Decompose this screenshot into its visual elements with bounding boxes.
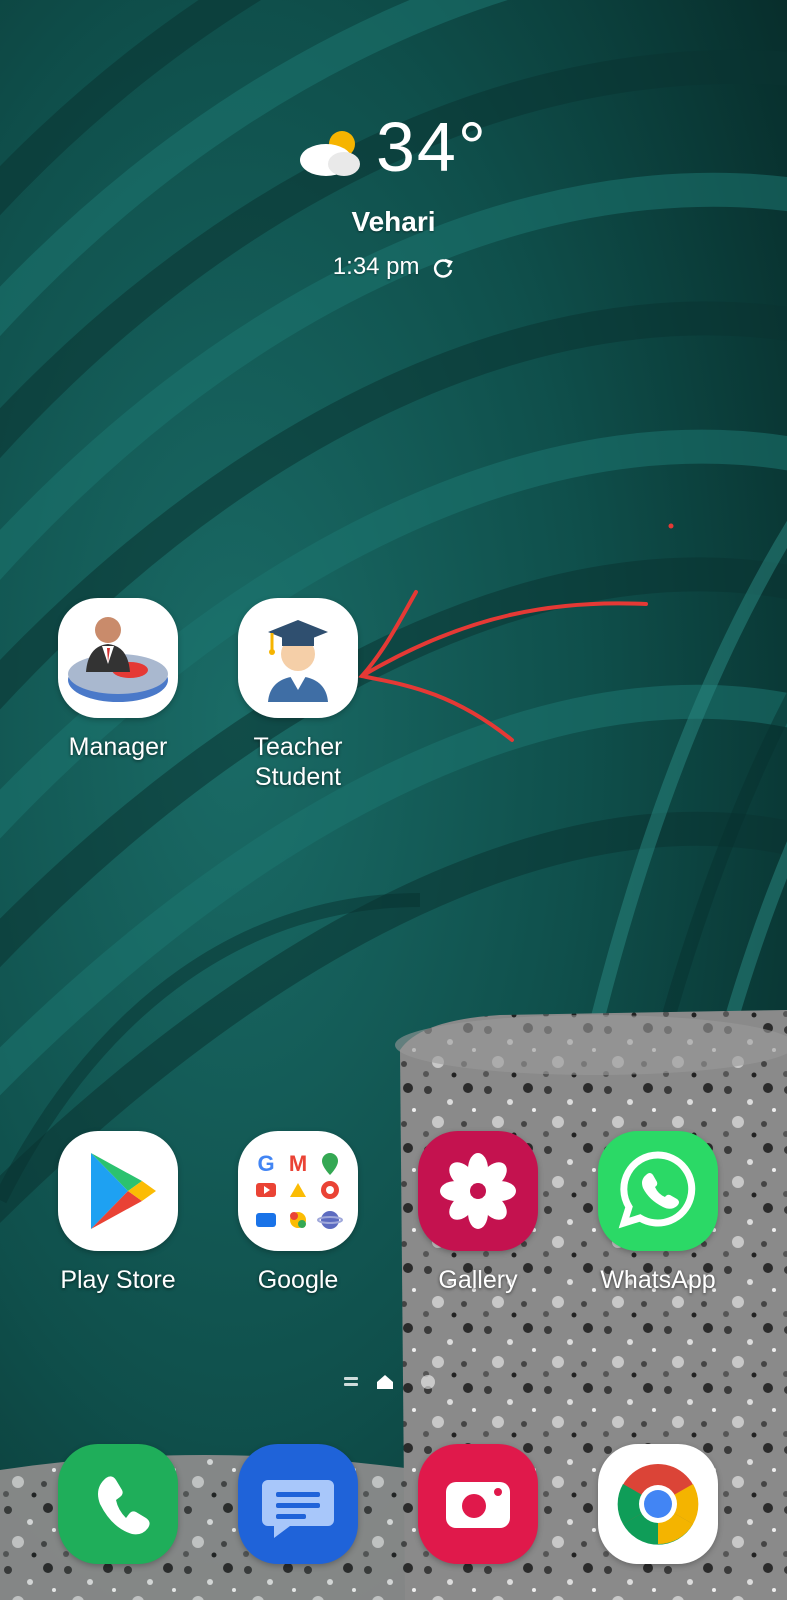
svg-text:G: G: [257, 1151, 274, 1176]
play-store-icon: [58, 1131, 178, 1251]
apps-drawer-indicator: [344, 1377, 358, 1386]
app-play-store[interactable]: Play Store: [43, 1131, 193, 1295]
gallery-icon: [418, 1131, 538, 1251]
dock-messages[interactable]: [223, 1444, 373, 1564]
app-whatsapp[interactable]: WhatsApp: [583, 1131, 733, 1295]
app-manager[interactable]: Manager: [43, 598, 193, 762]
app-teacher-student[interactable]: Teacher Student: [223, 598, 373, 792]
refresh-icon[interactable]: [432, 257, 454, 279]
dock-camera[interactable]: [403, 1444, 553, 1564]
home-page-dot: [377, 1375, 393, 1389]
graduate-icon: [238, 598, 358, 718]
phone-icon: [58, 1444, 178, 1564]
temperature: 34°: [376, 108, 488, 186]
google-folder-icon: G M: [238, 1131, 358, 1251]
app-label: Manager: [68, 733, 168, 761]
app-label: Teacher Student: [253, 733, 343, 791]
dock-chrome[interactable]: [583, 1444, 733, 1564]
page-indicator[interactable]: [340, 1372, 450, 1392]
city-name: Vehari: [351, 206, 436, 237]
partly-cloudy-icon: [300, 131, 360, 176]
app-label: Play Store: [60, 1266, 176, 1294]
weather-widget[interactable]: 34° Vehari 1:34 pm: [0, 108, 787, 280]
wallpaper: [0, 0, 787, 1600]
app-label: Google: [257, 1266, 339, 1294]
weather-time-row: 1:34 pm: [0, 253, 787, 281]
app-label: Gallery: [438, 1266, 518, 1294]
app-label: WhatsApp: [600, 1266, 716, 1294]
dock-phone[interactable]: [43, 1444, 193, 1564]
manager-app-icon: [58, 598, 178, 718]
camera-icon: [418, 1444, 538, 1564]
svg-text:M: M: [289, 1151, 307, 1176]
whatsapp-icon: [598, 1131, 718, 1251]
app-gallery[interactable]: Gallery: [403, 1131, 553, 1295]
chrome-icon: [598, 1444, 718, 1564]
app-google-folder[interactable]: G M Google: [223, 1131, 373, 1295]
update-time: 1:34 pm: [332, 253, 420, 280]
messages-icon: [238, 1444, 358, 1564]
page-dot: [421, 1375, 435, 1389]
